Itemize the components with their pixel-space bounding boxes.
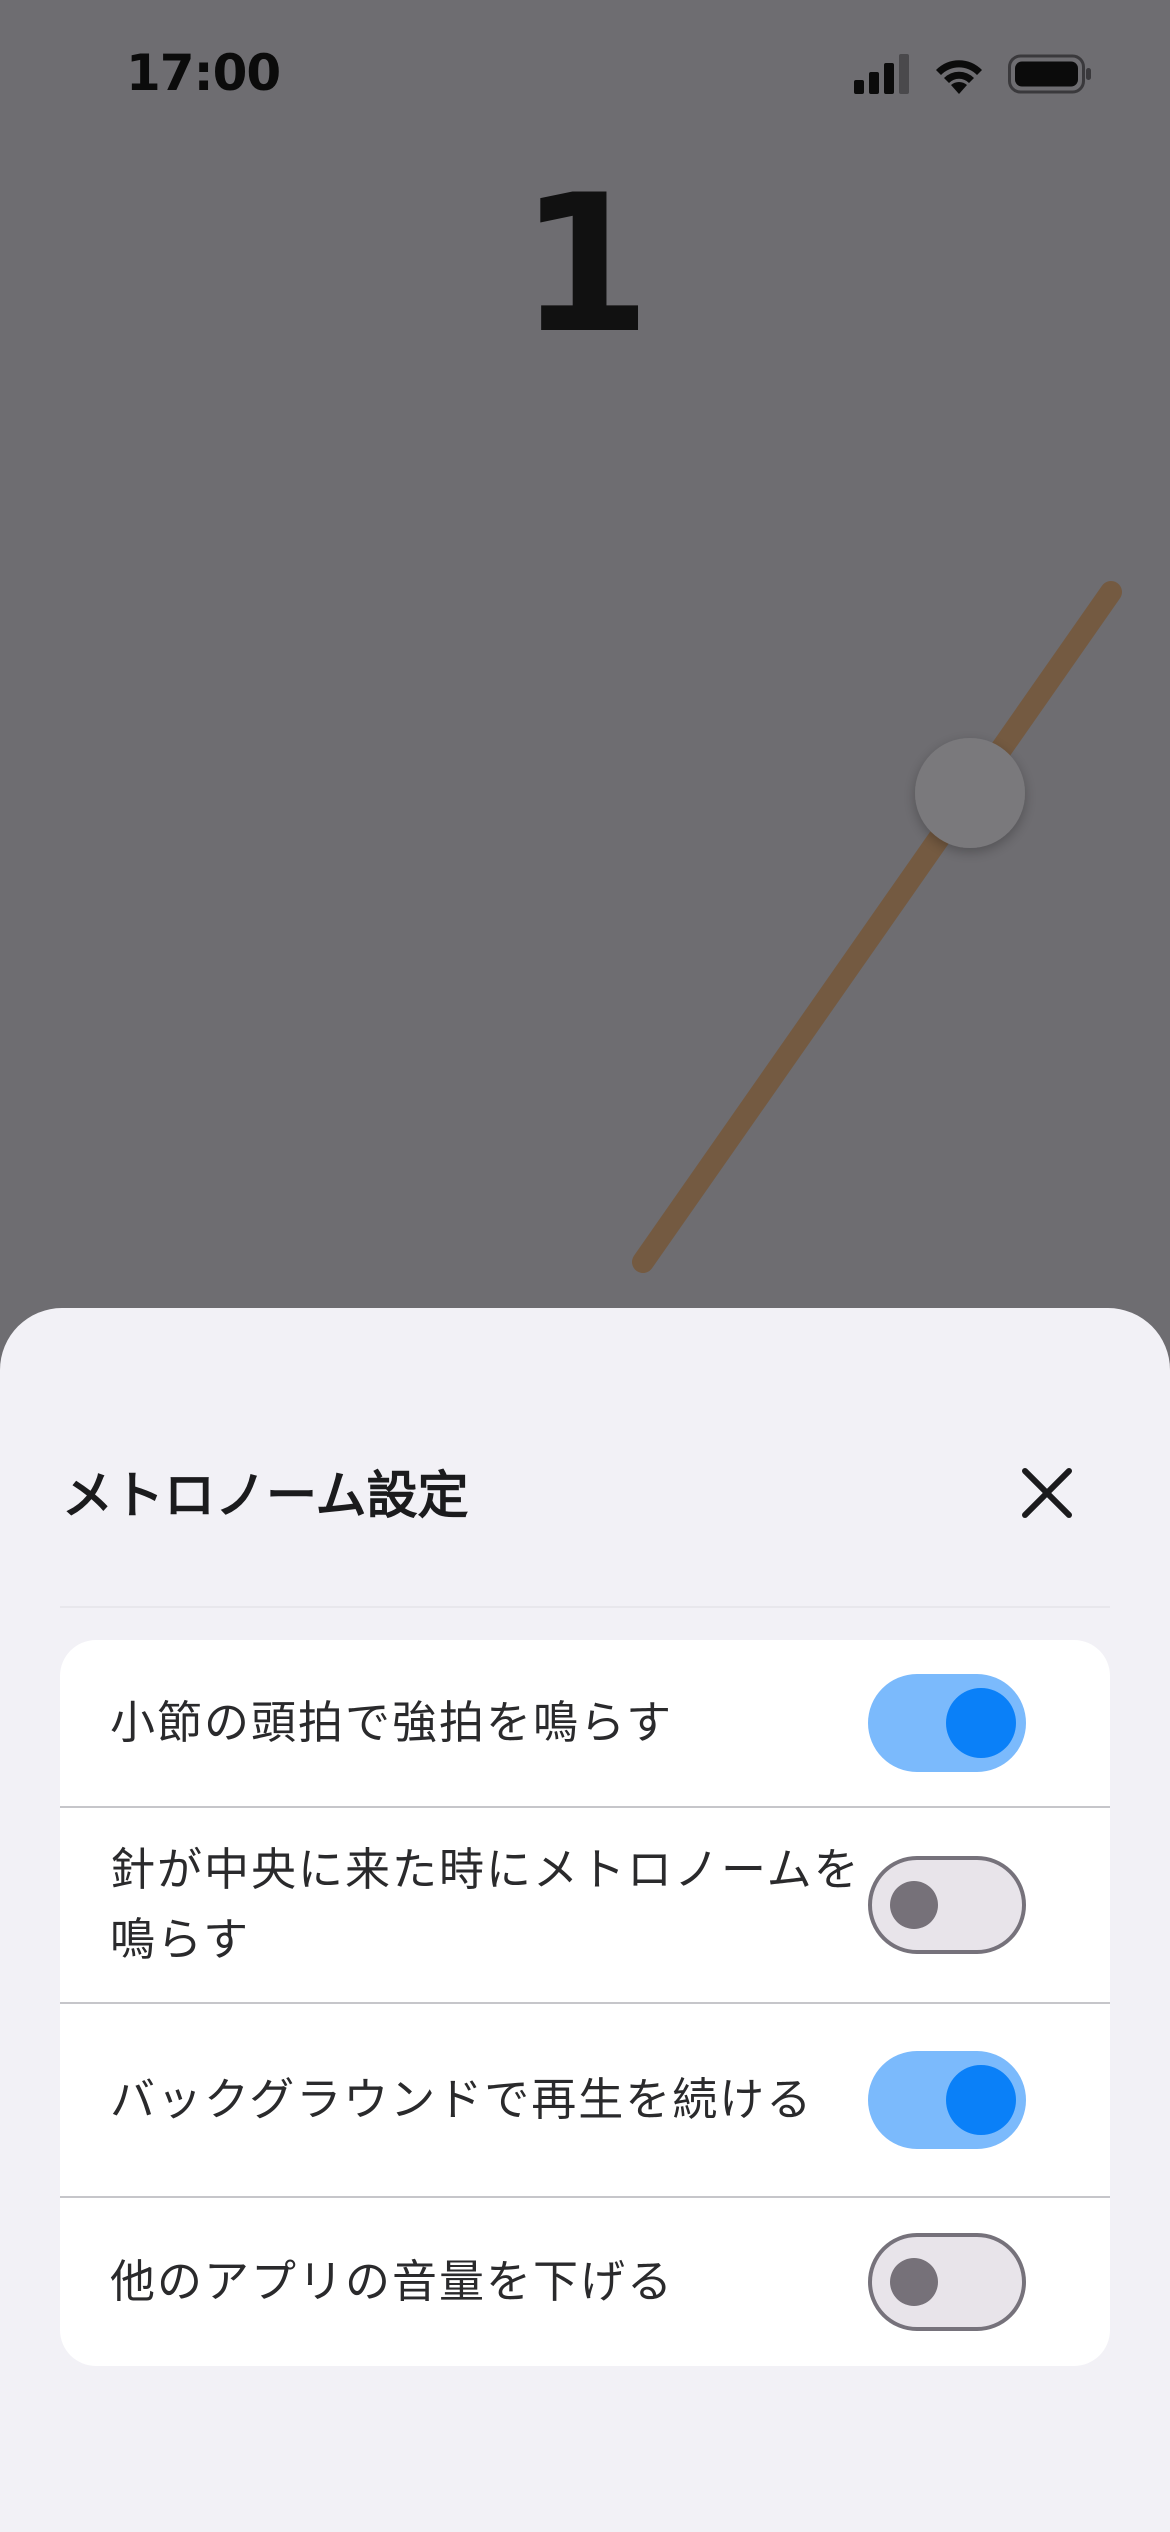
settings-list: 小節の頭拍で強拍を鳴らす 針が中央に来た時にメトロノームを鳴らす バックグラウン… xyxy=(60,1640,1110,2366)
toggle-accent-downbeat[interactable] xyxy=(868,1674,1026,1772)
setting-label: 小節の頭拍で強拍を鳴らす xyxy=(110,1696,674,1749)
toggle-knob xyxy=(946,1688,1016,1758)
setting-row-center-click: 針が中央に来た時にメトロノームを鳴らす xyxy=(60,1808,1110,2004)
toggle-knob xyxy=(890,1881,938,1929)
setting-label: 他のアプリの音量を下げる xyxy=(110,2255,675,2308)
sheet-title: メトロノーム設定 xyxy=(62,1467,469,1526)
setting-label: バックグラウンドで再生を続ける xyxy=(110,2073,814,2126)
close-button[interactable] xyxy=(1012,1458,1082,1528)
setting-row-duck-audio: 他のアプリの音量を下げる xyxy=(60,2198,1110,2366)
header-divider xyxy=(60,1606,1110,1608)
toggle-knob xyxy=(890,2258,938,2306)
settings-sheet: メトロノーム設定 小節の頭拍で強拍を鳴らす 針が中央に来た時にメトロノームを鳴ら… xyxy=(0,1308,1170,2532)
pendulum-pivot xyxy=(915,738,1025,848)
toggle-knob xyxy=(946,2065,1016,2135)
toggle-center-click[interactable] xyxy=(868,1856,1026,1954)
setting-row-accent-downbeat: 小節の頭拍で強拍を鳴らす xyxy=(60,1640,1110,1808)
setting-row-background-play: バックグラウンドで再生を続ける xyxy=(60,2004,1110,2198)
metronome-pendulum xyxy=(632,581,1122,1273)
setting-label: 針が中央に来た時にメトロノームを鳴らす xyxy=(110,1843,861,1966)
toggle-duck-audio[interactable] xyxy=(868,2233,1026,2331)
pendulum-rod xyxy=(632,581,1122,1273)
close-icon xyxy=(1022,1468,1072,1518)
toggle-background-play[interactable] xyxy=(868,2051,1026,2149)
